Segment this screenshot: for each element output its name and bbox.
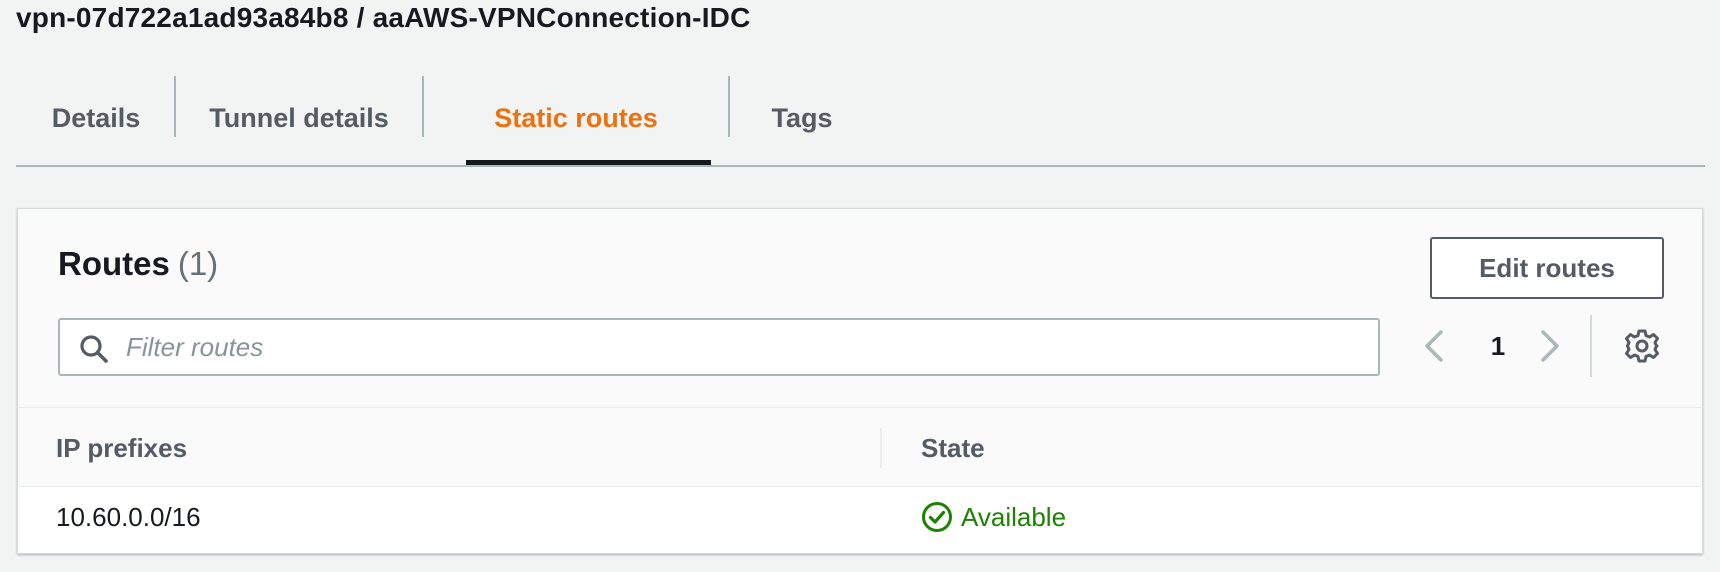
routes-count: (1) — [177, 245, 219, 282]
next-page-button[interactable] — [1533, 326, 1567, 366]
routes-panel: Routes(1) Edit routes 1 IP prefixes Stat… — [17, 208, 1703, 554]
filter-routes-input[interactable] — [126, 320, 1366, 374]
tab-static-routes[interactable]: Static routes — [424, 72, 728, 165]
page-title: vpn-07d722a1ad93a84b8 / aaAWS-VPNConnect… — [16, 2, 751, 33]
state-cell: Available — [921, 487, 1066, 547]
table-header: IP prefixes State — [18, 407, 1702, 487]
check-circle-icon — [922, 502, 952, 532]
column-header-state[interactable]: State — [921, 408, 985, 488]
tab-bar: Details Tunnel details Static routes Tag… — [16, 72, 1705, 167]
chevron-left-icon — [1425, 330, 1443, 362]
column-divider[interactable] — [880, 428, 882, 468]
column-header-ip-prefixes[interactable]: IP prefixes — [56, 408, 187, 488]
state-label: Available — [961, 501, 1067, 532]
tab-details[interactable]: Details — [16, 72, 176, 165]
edit-routes-button[interactable]: Edit routes — [1430, 237, 1664, 299]
tab-tunnel-details[interactable]: Tunnel details — [176, 72, 422, 165]
ip-prefix-cell: 10.60.0.0/16 — [56, 501, 201, 532]
panel-title-text: Routes — [58, 245, 170, 282]
panel-title: Routes (1) — [58, 245, 218, 283]
table-row: 10.60.0.0/16 Available — [18, 487, 1702, 553]
active-tab-indicator — [466, 160, 711, 165]
chevron-right-icon — [1541, 330, 1559, 362]
previous-page-button[interactable] — [1417, 326, 1451, 366]
pager-divider — [1590, 315, 1592, 377]
gear-icon[interactable] — [1624, 328, 1660, 364]
search-icon — [80, 335, 108, 363]
page-number[interactable]: 1 — [1478, 326, 1518, 366]
tab-tags[interactable]: Tags — [730, 72, 874, 165]
filter-routes-field[interactable] — [58, 318, 1380, 376]
